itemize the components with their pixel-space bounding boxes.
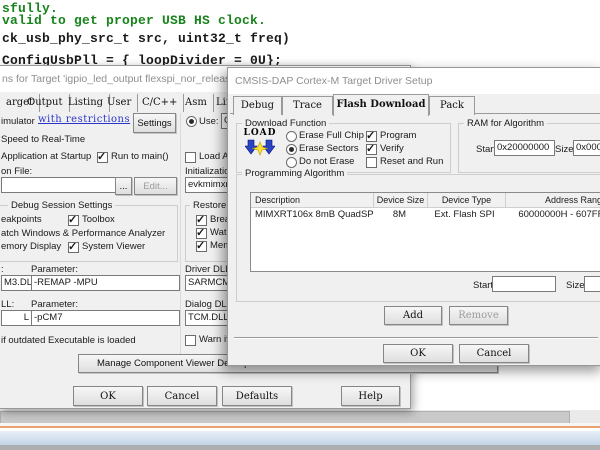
run-to-main-label: Run to main()	[111, 151, 169, 162]
tab-pack[interactable]: Pack	[429, 96, 475, 115]
code-line: ck_usb_phy_src_t src, uint32_t freq)	[2, 31, 290, 46]
column-description[interactable]: Description	[251, 193, 374, 208]
code-editor[interactable]: sfully. valid to get proper USB HS clock…	[0, 0, 600, 65]
erase-sectors-radio[interactable]	[286, 144, 297, 155]
dialog-dll-input[interactable]: L	[1, 310, 32, 326]
uvision-window: sfully. valid to get proper USB HS clock…	[0, 0, 600, 450]
defaults-button[interactable]: Defaults	[222, 386, 292, 406]
initialization-file-input[interactable]	[1, 177, 117, 193]
program-label: Program	[380, 130, 416, 141]
tab-debug[interactable]: Debug	[233, 96, 282, 115]
status-bar	[0, 430, 600, 446]
use-adapter-radio[interactable]	[186, 116, 197, 127]
column-device-size[interactable]: Device Size	[374, 193, 428, 208]
warn-label-right: Warn if	[199, 334, 229, 345]
warn-outdated-label: if outdated Executable is loaded	[1, 335, 136, 346]
watch-checkbox-right[interactable]	[196, 228, 207, 239]
ram-start-input[interactable]: 0x20000000	[494, 140, 555, 156]
breakpoints-checkbox-right[interactable]	[196, 215, 207, 226]
code-line: valid to get proper USB HS clock.	[2, 13, 266, 28]
toolbox-label: Toolbox	[82, 214, 115, 225]
column-divider	[180, 113, 181, 355]
do-not-erase-label: Do not Erase	[299, 156, 354, 167]
edit-button[interactable]: Edit...	[134, 177, 177, 195]
memory-display-label: emory Display	[1, 241, 61, 252]
dialog-dll-label: LL:	[1, 299, 14, 310]
erase-full-chip-label: Erase Full Chip	[299, 130, 364, 141]
ram-size-input[interactable]: 0x000	[573, 140, 600, 156]
breakpoints-label: eakpoints	[1, 214, 42, 225]
cmsis-dap-driver-dialog: CMSIS-DAP Cortex-M Target Driver Setup D…	[227, 67, 600, 366]
load-icon-text: LOAD	[242, 129, 278, 138]
algo-size-input[interactable]	[584, 276, 600, 292]
system-viewer-label: System Viewer	[82, 241, 145, 252]
do-not-erase-radio[interactable]	[286, 157, 297, 168]
algorithm-table[interactable]: Description Device Size Device Type Addr…	[250, 192, 600, 272]
toolbox-checkbox[interactable]	[68, 215, 79, 226]
verify-label: Verify	[380, 143, 404, 154]
reset-and-run-label: Reset and Run	[380, 156, 443, 167]
cancel-button[interactable]: Cancel	[147, 386, 217, 406]
system-viewer-checkbox[interactable]	[68, 242, 79, 253]
driver-cancel-button[interactable]: Cancel	[459, 344, 529, 363]
algorithm-table-row[interactable]: MIMXRT106x 8mB QuadSPI... 8M Ext. Flash …	[251, 208, 600, 222]
help-button[interactable]: Help	[341, 386, 400, 406]
options-dialog-title: ns for Target 'igpio_led_output flexspi_…	[2, 73, 238, 85]
parameter-label-2: Parameter:	[31, 299, 78, 310]
debug-session-settings-label: Debug Session Settings	[8, 200, 115, 211]
driver-ok-button[interactable]: OK	[383, 344, 453, 363]
watch-windows-label: atch Windows & Performance Analyzer	[1, 228, 165, 239]
cell-device-type: Ext. Flash SPI	[426, 208, 503, 222]
erase-full-chip-radio[interactable]	[286, 131, 297, 142]
load-application-checkbox-right[interactable]	[185, 152, 196, 163]
cell-device-size: 8M	[373, 208, 426, 222]
watch-label-right: Wat	[210, 227, 227, 238]
with-restrictions-link[interactable]: with restrictions	[38, 114, 130, 125]
dialog-dll-label-right: Dialog DLL	[185, 299, 232, 310]
tab-trace[interactable]: Trace	[282, 96, 333, 115]
dialog-parameter-input[interactable]: -pCM7	[31, 310, 180, 326]
cell-address-range: 60000000H - 607FFFFFH	[503, 208, 600, 222]
tab-cpp[interactable]: C/C++	[136, 94, 184, 112]
reset-and-run-checkbox[interactable]	[366, 157, 377, 168]
cpu-parameter-input[interactable]: -REMAP -MPU	[31, 275, 180, 291]
flash-load-icon: LOAD	[242, 129, 278, 161]
initialization-file-label: on File:	[1, 166, 32, 177]
column-address-range[interactable]: Address Range	[506, 193, 600, 208]
load-application-label-right: Load A	[199, 151, 229, 162]
ok-button[interactable]: OK	[73, 386, 143, 406]
algorithm-table-header: Description Device Size Device Type Addr…	[251, 193, 600, 208]
cpu-dll-label: :	[1, 264, 4, 275]
cell-description: MIMXRT106x 8mB QuadSPI...	[251, 208, 373, 222]
use-simulator-label: imulator	[1, 116, 35, 127]
algo-start-input[interactable]	[492, 276, 556, 292]
driver-dialog-title: CMSIS-DAP Cortex-M Target Driver Setup	[235, 75, 432, 87]
erase-sectors-label: Erase Sectors	[299, 143, 359, 154]
cpu-dll-input[interactable]: M3.DLL	[1, 275, 32, 291]
verify-checkbox[interactable]	[366, 144, 377, 155]
parameter-label-1: Parameter:	[31, 264, 78, 275]
program-checkbox[interactable]	[366, 131, 377, 142]
programming-algorithm-label: Programming Algorithm	[242, 168, 347, 179]
use-label: Use:	[199, 116, 219, 127]
ram-for-algorithm-label: RAM for Algorithm	[464, 118, 547, 129]
tab-flash-download[interactable]: Flash Download	[333, 94, 429, 116]
load-application-label: Application at Startup	[1, 151, 91, 162]
driver-dialog-titlebar[interactable]: CMSIS-DAP Cortex-M Target Driver Setup	[228, 68, 600, 94]
limit-speed-label: Speed to Real-Time	[1, 134, 85, 145]
window-edge	[0, 445, 600, 450]
footer-separator	[234, 337, 598, 339]
warn-checkbox-right[interactable]	[185, 335, 196, 346]
browse-button[interactable]: ...	[115, 177, 132, 195]
add-button[interactable]: Add	[384, 306, 442, 325]
memory-checkbox-right[interactable]	[196, 241, 207, 252]
remove-button[interactable]: Remove	[449, 306, 508, 325]
driver-dll-label-right: Driver DLL:	[185, 264, 233, 275]
tab-asm[interactable]: Asm	[179, 94, 214, 112]
tab-user[interactable]: User	[101, 94, 138, 112]
column-device-type[interactable]: Device Type	[428, 193, 506, 208]
run-to-main-checkbox[interactable]	[97, 152, 108, 163]
simulator-settings-button[interactable]: Settings	[133, 113, 176, 133]
